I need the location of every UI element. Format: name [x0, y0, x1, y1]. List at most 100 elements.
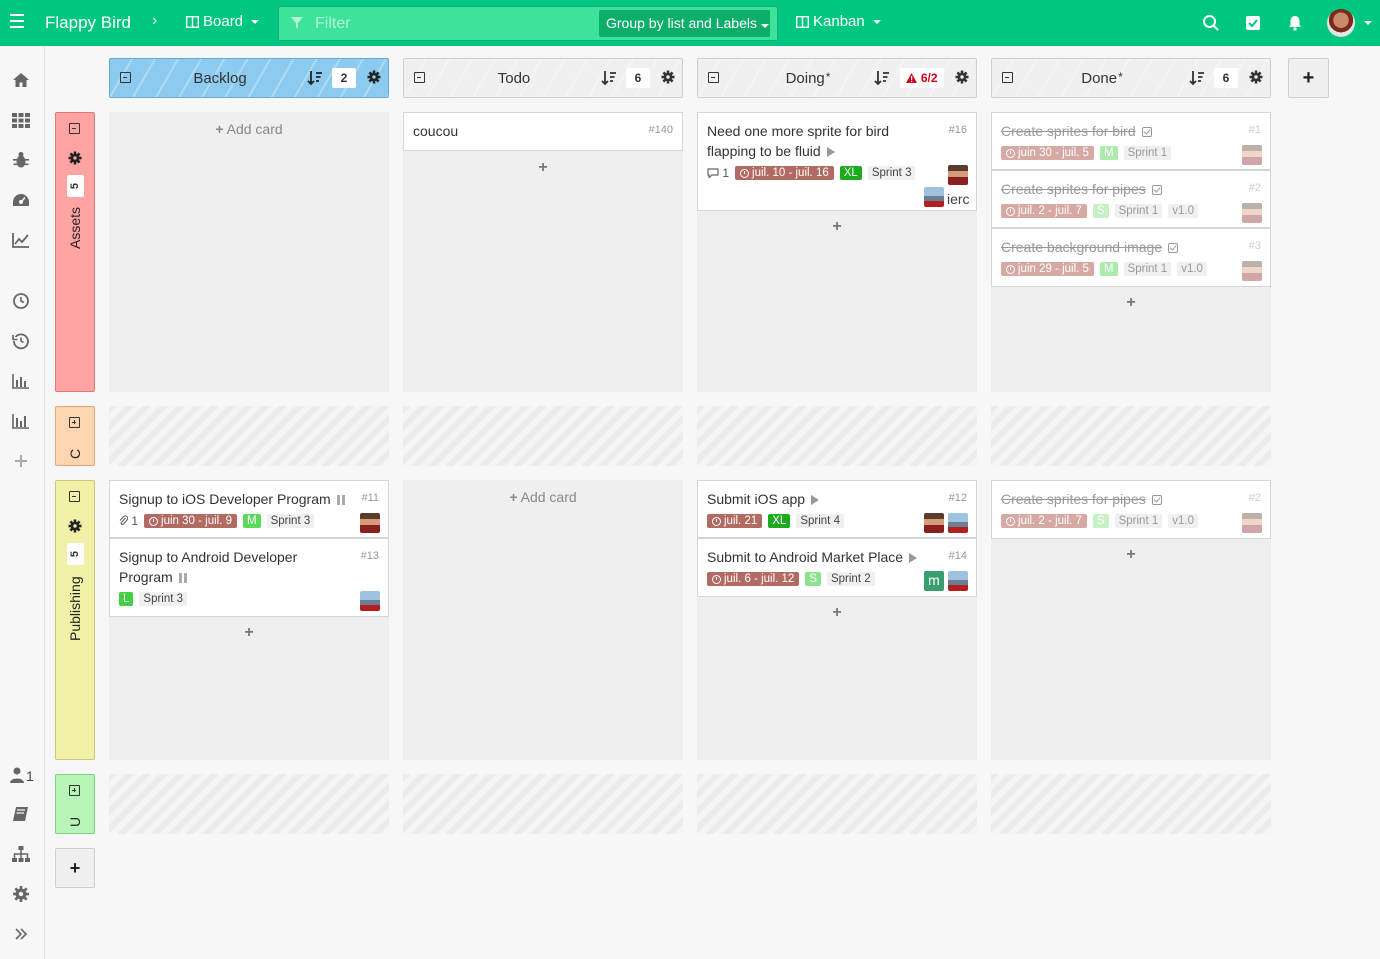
gear-icon[interactable] — [367, 70, 381, 84]
add-card-button[interactable]: + — [991, 294, 1271, 312]
collapse-column-button[interactable] — [414, 72, 425, 83]
card[interactable]: Create background image #3 juin 29 - jui… — [991, 228, 1271, 287]
due-date-text: juin 29 - juil. 5 — [1018, 263, 1089, 275]
add-swimlane-button[interactable]: + — [55, 848, 95, 888]
card[interactable]: Create sprites for pipes #2 juil. 2 - ju… — [991, 480, 1271, 539]
add-card-button[interactable]: + — [697, 218, 977, 236]
board-view-dropdown[interactable]: Board — [186, 13, 260, 30]
gear-icon[interactable] — [11, 885, 31, 903]
card-title-text: Need one more sprite for bird flapping t… — [707, 123, 890, 159]
sprint-badge: Sprint 1 — [1114, 204, 1163, 218]
swimlane-header-c[interactable]: C — [55, 406, 95, 466]
play-icon — [811, 495, 820, 505]
history-icon[interactable] — [11, 332, 31, 350]
collapse-column-button[interactable] — [708, 72, 719, 83]
column-card-count: 2 — [332, 68, 356, 88]
apps-grid-icon[interactable] — [11, 111, 31, 129]
group-by-dropdown[interactable]: Group by list and Labels — [599, 10, 770, 37]
sort-icon[interactable] — [874, 70, 890, 86]
sort-icon[interactable] — [307, 70, 323, 86]
card[interactable]: Signup to iOS Developer Program #11 1 ju… — [109, 480, 389, 538]
add-card-button[interactable]: + — [991, 546, 1271, 564]
swimlane-header-u[interactable]: U — [55, 774, 95, 834]
line-chart-icon[interactable] — [11, 231, 31, 249]
avatar[interactable] — [948, 513, 968, 533]
card[interactable]: coucou #140 — [403, 112, 683, 151]
avatar[interactable] — [360, 513, 380, 533]
column-header-backlog[interactable]: Backlog 2 — [109, 58, 389, 98]
bug-icon[interactable] — [11, 151, 31, 169]
due-date-text: juin 30 - juil. 5 — [1018, 147, 1089, 159]
swimlane-header-publishing[interactable]: 5 Publishing — [55, 480, 95, 760]
card-number: #2 — [1248, 182, 1261, 194]
collapse-column-button[interactable] — [1002, 72, 1013, 83]
filter-input[interactable] — [315, 14, 575, 34]
avatar[interactable] — [948, 571, 968, 591]
gear-icon[interactable] — [68, 151, 82, 165]
avatar[interactable] — [924, 513, 944, 533]
bell-icon[interactable] — [1286, 14, 1304, 32]
expand-swimlane-button[interactable] — [69, 785, 80, 796]
user-icon[interactable] — [8, 766, 28, 784]
avatar[interactable] — [1242, 203, 1262, 223]
avatar[interactable] — [1242, 261, 1262, 281]
card[interactable]: Submit to Android Market Place #14 juil.… — [697, 538, 977, 597]
card[interactable]: Signup to Android Developer Program #13 … — [109, 538, 389, 617]
column-wip-count: 6/2 — [900, 68, 944, 88]
column-header-todo[interactable]: Todo 6 — [403, 58, 683, 98]
size-badge: M — [1099, 262, 1118, 276]
collapse-swimlane-button[interactable] — [69, 123, 80, 134]
card-title-text: Submit iOS app — [707, 491, 806, 507]
column-header-doing[interactable]: Doing* 6/2 — [697, 58, 977, 98]
expand-icon[interactable] — [11, 925, 31, 943]
sort-icon[interactable] — [1189, 70, 1205, 86]
card[interactable]: Need one more sprite for bird flapping t… — [697, 112, 977, 211]
clock-icon — [1006, 206, 1015, 216]
menu-icon[interactable] — [10, 14, 26, 32]
collapse-swimlane-button[interactable] — [69, 491, 80, 502]
board-title[interactable]: Flappy Bird — [45, 13, 131, 33]
due-date-badge: juin 29 - juil. 5 — [1001, 262, 1094, 276]
add-card-button[interactable]: + — [109, 624, 389, 642]
add-card-link[interactable]: + Add card — [403, 489, 683, 505]
plus-icon[interactable] — [11, 452, 31, 470]
avatar[interactable] — [1242, 145, 1262, 165]
card[interactable]: Create sprites for pipes #2 juil. 2 - ju… — [991, 170, 1271, 228]
gear-icon[interactable] — [1249, 70, 1263, 84]
collapse-column-button[interactable] — [120, 72, 131, 83]
add-card-link[interactable]: + Add card — [109, 121, 389, 137]
gear-icon[interactable] — [661, 70, 675, 84]
dashboard-icon[interactable] — [11, 191, 31, 209]
column-header-done[interactable]: Done* 6 — [991, 58, 1271, 98]
add-card-button[interactable]: + — [403, 159, 683, 177]
bar-chart-icon[interactable] — [11, 412, 31, 430]
add-card-button[interactable]: + — [697, 604, 977, 622]
expand-swimlane-button[interactable] — [69, 417, 80, 428]
swimlane-count-text: 5 — [69, 182, 82, 190]
layout-dropdown[interactable]: Kanban — [796, 13, 881, 30]
avatar[interactable] — [360, 591, 380, 611]
check-square-icon[interactable] — [1244, 14, 1262, 32]
sprint-badge: Sprint 1 — [1123, 146, 1172, 160]
avatar[interactable] — [1242, 513, 1262, 533]
cell-doing-assets: Need one more sprite for bird flapping t… — [697, 112, 977, 392]
swimlane-card-count: 5 — [67, 175, 84, 197]
avatar[interactable]: m — [924, 571, 944, 591]
card[interactable]: Submit iOS app #12 juil. 21 XL Sprint 4 — [697, 480, 977, 538]
gear-icon[interactable] — [68, 519, 82, 533]
home-icon[interactable] — [11, 71, 31, 89]
avatar[interactable] — [948, 165, 968, 185]
user-avatar[interactable] — [1327, 9, 1355, 37]
book-icon[interactable] — [11, 805, 31, 823]
swimlane-header-assets[interactable]: 5 Assets — [55, 112, 95, 392]
org-chart-icon[interactable] — [11, 845, 31, 863]
sort-icon[interactable] — [601, 70, 617, 86]
search-icon[interactable] — [1202, 14, 1220, 32]
add-column-button[interactable]: + — [1288, 58, 1329, 98]
clock-icon[interactable] — [11, 292, 31, 310]
card[interactable]: Create sprites for bird #1 juin 30 - jui… — [991, 112, 1271, 170]
bar-chart-icon[interactable] — [11, 372, 31, 390]
caret-down-icon[interactable] — [1364, 21, 1372, 25]
avatar[interactable] — [924, 187, 944, 207]
gear-icon[interactable] — [955, 70, 969, 84]
